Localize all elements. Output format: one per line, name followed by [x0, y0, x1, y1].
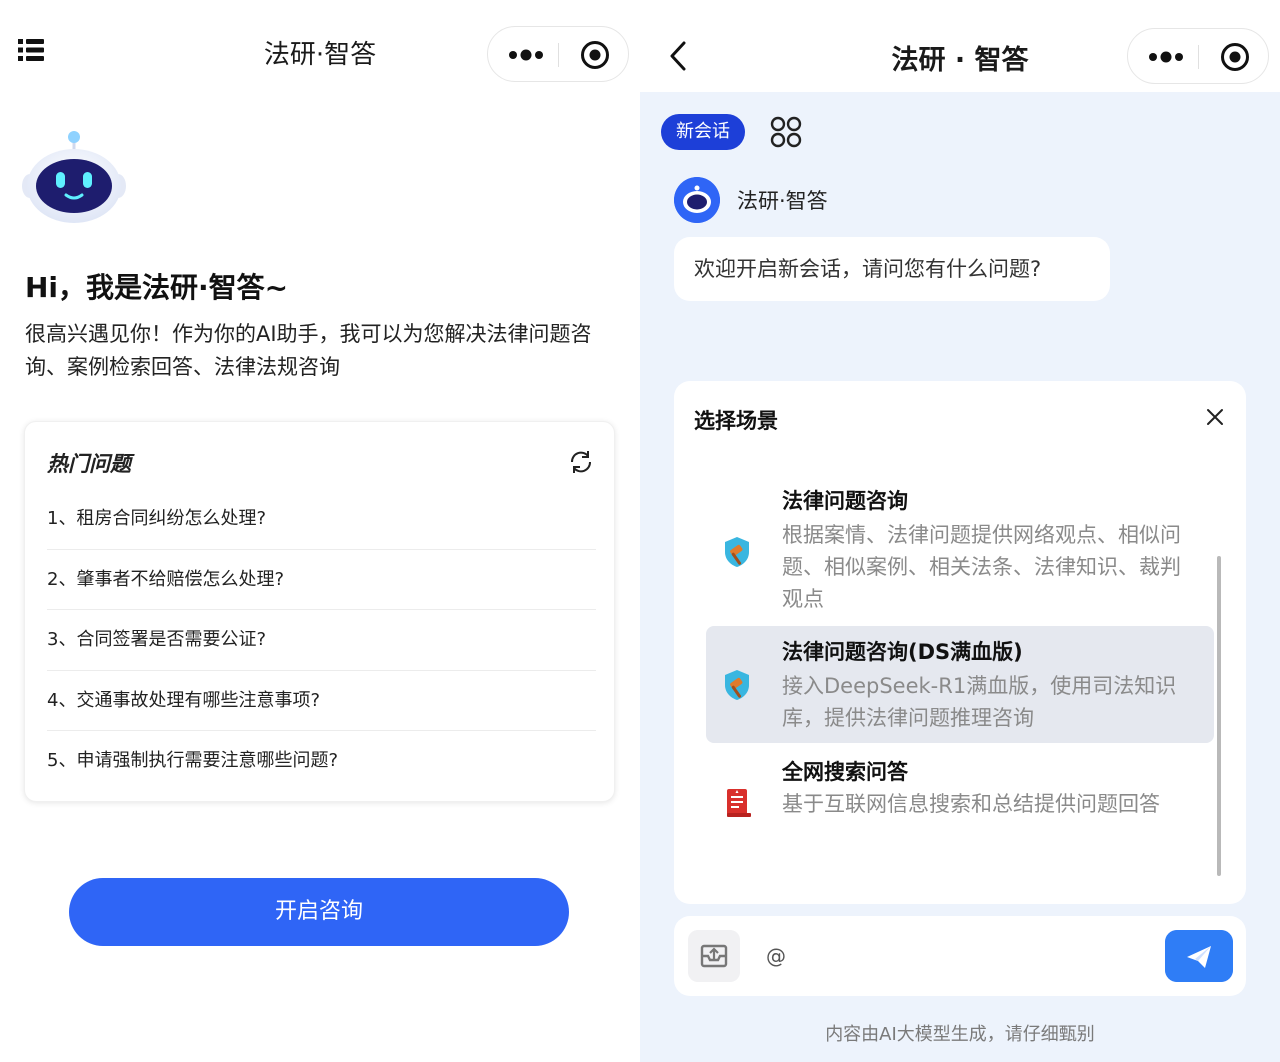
nav-bar: 法研 · 智答	[640, 0, 1280, 92]
robot-mascot-icon	[22, 131, 126, 223]
greeting-heading: Hi，我是法研·智答~	[25, 271, 289, 304]
hot-question-item[interactable]: 4、交通事故处理有哪些注意事项?	[47, 671, 596, 731]
close-icon[interactable]	[1204, 406, 1226, 428]
chat-input[interactable]	[766, 938, 1146, 974]
hot-question-item[interactable]: 1、租房合同纠纷怎么处理?	[47, 489, 596, 550]
gavel-shield-icon	[725, 670, 749, 700]
hot-question-item[interactable]: 2、肇事者不给赔偿怎么处理?	[47, 550, 596, 610]
scene-option-name: 法律问题咨询(DS满血版)	[782, 640, 1023, 664]
ai-disclaimer: 内容由AI大模型生成，请仔细甄别	[825, 1024, 1095, 1045]
close-target-icon[interactable]	[1220, 42, 1250, 72]
red-document-icon	[727, 789, 751, 817]
capsule-divider	[1198, 45, 1199, 69]
nav-bar: 法研·智答	[0, 0, 640, 100]
chat-input-bar	[674, 916, 1246, 996]
scene-option-name: 全网搜索问答	[782, 760, 908, 784]
scene-option-web-search[interactable]: 全网搜索问答 基于互联网信息搜索和总结提供问题回答	[706, 750, 1214, 858]
scene-option-desc: 基于互联网信息搜索和总结提供问题回答	[782, 792, 1160, 816]
scene-option-legal-consult[interactable]: 法律问题咨询 根据案情、法律问题提供网络观点、相似问题、相似案例、相关法条、法律…	[706, 477, 1214, 625]
hot-question-item[interactable]: 3、合同签署是否需要公证?	[47, 610, 596, 671]
welcome-message: 欢迎开启新会话，请问您有什么问题?	[674, 237, 1110, 301]
more-dots-icon[interactable]	[508, 45, 544, 65]
start-consult-button[interactable]: 开启咨询	[69, 878, 569, 946]
bot-name: 法研·智答	[737, 189, 828, 213]
scene-option-name: 法律问题咨询	[782, 489, 908, 513]
capsule-divider	[558, 43, 559, 67]
scene-list-scrollbar[interactable]	[1217, 556, 1221, 876]
right-screen: 法研 · 智答 新会话 法研·智答 欢迎开启新会话，请问您有什么问题? 选择场景	[640, 0, 1280, 1062]
mini-program-capsule	[1127, 28, 1269, 84]
left-screen: 法研·智答 Hi，我是法研·智答~ 很高兴遇见你！作为你的AI助手，我可以为您解…	[0, 0, 640, 1062]
scene-panel-title: 选择场景	[694, 409, 778, 433]
scene-option-desc: 根据案情、法律问题提供网络观点、相似问题、相似案例、相关法条、法律知识、裁判观点	[782, 523, 1181, 611]
refresh-icon[interactable]	[568, 449, 594, 475]
scene-option-desc: 接入DeepSeek-R1满血版，使用司法知识库，提供法律问题推理咨询	[782, 674, 1177, 730]
hot-questions-title: 热门问题	[47, 452, 131, 476]
gavel-shield-icon	[725, 537, 749, 567]
bot-avatar-icon	[674, 177, 720, 223]
hot-question-list: 1、租房合同纠纷怎么处理? 2、肇事者不给赔偿怎么处理? 3、合同签署是否需要公…	[47, 489, 596, 792]
send-icon[interactable]	[1165, 930, 1233, 982]
new-chat-tab[interactable]: 新会话	[661, 114, 745, 150]
hot-question-item[interactable]: 5、申请强制执行需要注意哪些问题?	[47, 731, 596, 792]
scene-option-legal-consult-ds[interactable]: 法律问题咨询(DS满血版) 接入DeepSeek-R1满血版，使用司法知识库，提…	[706, 626, 1214, 743]
attachment-box-icon[interactable]	[688, 930, 740, 982]
more-dots-icon[interactable]	[1148, 47, 1184, 67]
scene-selector-panel: 选择场景 法律问题咨询 根据案情、法律问题提供网络观点、相似问题、相似案例、相关…	[674, 381, 1246, 904]
intro-text: 很高兴遇见你！作为你的AI助手，我可以为您解决法律问题咨询、案例检索回答、法律法…	[25, 322, 592, 379]
hot-questions-card: 热门问题 1、租房合同纠纷怎么处理? 2、肇事者不给赔偿怎么处理? 3、合同签署…	[24, 421, 615, 802]
apps-grid-icon[interactable]	[770, 116, 802, 148]
mini-program-capsule	[487, 26, 629, 82]
close-target-icon[interactable]	[580, 40, 610, 70]
